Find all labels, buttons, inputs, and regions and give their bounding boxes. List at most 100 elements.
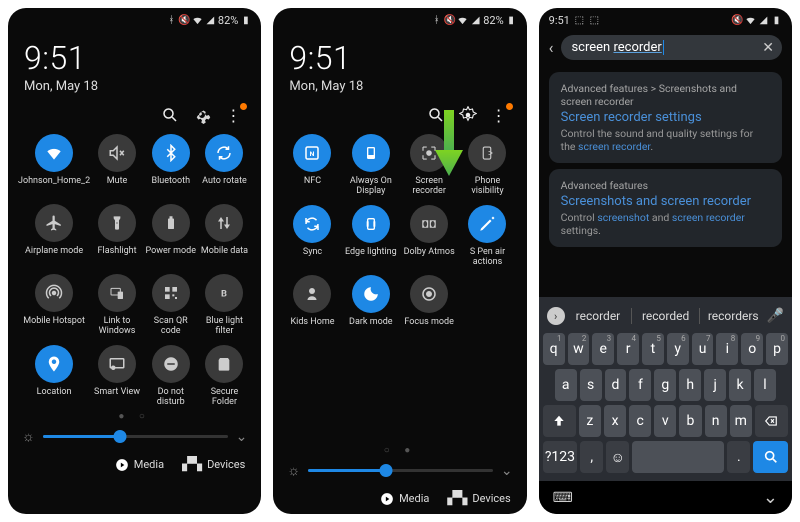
comma-key[interactable]: ,: [580, 441, 603, 473]
tile-spen[interactable]: S Pen air actions: [458, 205, 516, 268]
tile-mute[interactable]: Mute: [90, 134, 144, 196]
tile-rotate[interactable]: Auto rotate: [198, 134, 252, 196]
gear-icon[interactable]: [459, 106, 477, 124]
key-x[interactable]: x: [604, 405, 626, 437]
hotspot-icon: [35, 274, 73, 312]
tile-bluelight[interactable]: BBlue light filter: [198, 274, 252, 337]
shift-key[interactable]: [543, 405, 576, 437]
key-l[interactable]: l: [754, 369, 776, 401]
tile-flashlight[interactable]: Flashlight: [90, 204, 144, 266]
tile-label: Screen recorder: [400, 176, 458, 197]
key-r[interactable]: r: [617, 333, 639, 365]
suggestion[interactable]: recorder: [571, 305, 626, 327]
space-key[interactable]: [632, 441, 724, 473]
search-icon[interactable]: [161, 106, 179, 124]
key-s[interactable]: s: [580, 369, 602, 401]
clock-time: 9:51: [289, 39, 510, 77]
nav-down-icon[interactable]: ⌄: [763, 487, 778, 508]
screenrec-icon: [410, 134, 448, 172]
key-o[interactable]: o: [741, 333, 763, 365]
tile-bluetooth[interactable]: Bluetooth: [144, 134, 198, 196]
key-h[interactable]: h: [679, 369, 701, 401]
tile-dnd[interactable]: Do not disturb: [144, 345, 198, 408]
emoji-key[interactable]: ☺: [606, 441, 629, 473]
key-z[interactable]: z: [579, 405, 601, 437]
key-a[interactable]: a: [555, 369, 577, 401]
suggestion[interactable]: recorded: [638, 305, 693, 327]
key-n[interactable]: n: [705, 405, 727, 437]
clear-icon[interactable]: ✕: [762, 40, 774, 56]
search-result[interactable]: Advanced features > Screenshots and scre…: [549, 72, 782, 163]
tile-airplane[interactable]: Airplane mode: [18, 204, 90, 266]
tile-smartview[interactable]: Smart View: [90, 345, 144, 408]
brightness-slider[interactable]: [43, 435, 228, 438]
tile-label: Mobile data: [201, 246, 248, 266]
tile-label: Always On Display: [342, 176, 400, 197]
key-b[interactable]: b: [679, 405, 701, 437]
tile-power[interactable]: Power mode: [144, 204, 198, 266]
tile-location[interactable]: Location: [18, 345, 90, 408]
tile-label: Location: [37, 387, 72, 407]
tile-darkmode[interactable]: Dark mode: [342, 275, 400, 337]
key-v[interactable]: v: [654, 405, 676, 437]
search-key[interactable]: [753, 441, 788, 473]
key-w[interactable]: w: [568, 333, 590, 365]
chevron-down-icon[interactable]: ⌄: [501, 463, 513, 479]
expand-suggestions-icon[interactable]: ›: [547, 307, 565, 325]
tile-visibility[interactable]: Phone visibility: [458, 134, 516, 197]
gear-icon[interactable]: [193, 106, 211, 124]
media-button[interactable]: Media: [380, 491, 429, 506]
chevron-down-icon[interactable]: ⌄: [236, 429, 248, 445]
search-icon[interactable]: [427, 106, 445, 124]
backspace-key[interactable]: [755, 405, 788, 437]
key-t[interactable]: t: [642, 333, 664, 365]
tile-qr[interactable]: Scan QR code: [144, 274, 198, 337]
key-i[interactable]: i: [716, 333, 738, 365]
tile-dolby[interactable]: Dolby Atmos: [400, 205, 458, 268]
key-u[interactable]: u: [692, 333, 714, 365]
search-result[interactable]: Advanced featuresScreenshots and screen …: [549, 169, 782, 247]
devices-button[interactable]: ▞▚Devices: [447, 491, 510, 506]
tile-nfc[interactable]: NNFC: [283, 134, 341, 197]
tile-sync[interactable]: Sync: [283, 205, 341, 268]
tile-secure[interactable]: Secure Folder: [198, 345, 252, 408]
back-icon[interactable]: ‹: [549, 38, 554, 57]
tile-label: Edge lighting: [345, 247, 397, 267]
statusbar: ᚼ🔇 ◢ 82%▮: [273, 8, 526, 29]
symbols-key[interactable]: ?123: [543, 441, 578, 473]
key-e[interactable]: e: [592, 333, 614, 365]
clock-date: Mon, May 18: [289, 79, 510, 94]
power-icon: [152, 204, 190, 242]
media-button[interactable]: Media: [115, 457, 164, 472]
brightness-slider[interactable]: [308, 469, 493, 472]
search-input[interactable]: screen recorder✕: [561, 35, 782, 60]
tile-screenrec[interactable]: Screen recorder: [400, 134, 458, 197]
tile-link[interactable]: Link to Windows: [90, 274, 144, 337]
keyboard-switch-icon[interactable]: ⌨: [553, 490, 573, 506]
more-icon[interactable]: ⋮: [225, 106, 243, 124]
key-f[interactable]: f: [629, 369, 651, 401]
tile-wifi[interactable]: Johnson_Home_2: [18, 134, 90, 196]
key-k[interactable]: k: [729, 369, 751, 401]
rotate-icon: [205, 134, 243, 172]
period-key[interactable]: .: [727, 441, 750, 473]
tile-kids[interactable]: Kids Home: [283, 275, 341, 337]
secure-icon: [205, 345, 243, 383]
key-g[interactable]: g: [654, 369, 676, 401]
more-icon[interactable]: ⋮: [491, 106, 509, 124]
key-m[interactable]: m: [730, 405, 752, 437]
tile-mobiledata[interactable]: Mobile data: [198, 204, 252, 266]
key-y[interactable]: y: [667, 333, 689, 365]
tile-edge[interactable]: Edge lighting: [342, 205, 400, 268]
mic-icon[interactable]: 🎤: [767, 308, 784, 324]
tile-focus[interactable]: Focus mode: [400, 275, 458, 337]
key-j[interactable]: j: [704, 369, 726, 401]
suggestion[interactable]: recorders: [706, 305, 761, 327]
devices-button[interactable]: ▞▚Devices: [182, 457, 245, 472]
key-d[interactable]: d: [605, 369, 627, 401]
tile-hotspot[interactable]: Mobile Hotspot: [18, 274, 90, 337]
tile-aod[interactable]: Always On Display: [342, 134, 400, 197]
key-p[interactable]: p: [766, 333, 788, 365]
key-q[interactable]: q: [543, 333, 565, 365]
key-c[interactable]: c: [629, 405, 651, 437]
